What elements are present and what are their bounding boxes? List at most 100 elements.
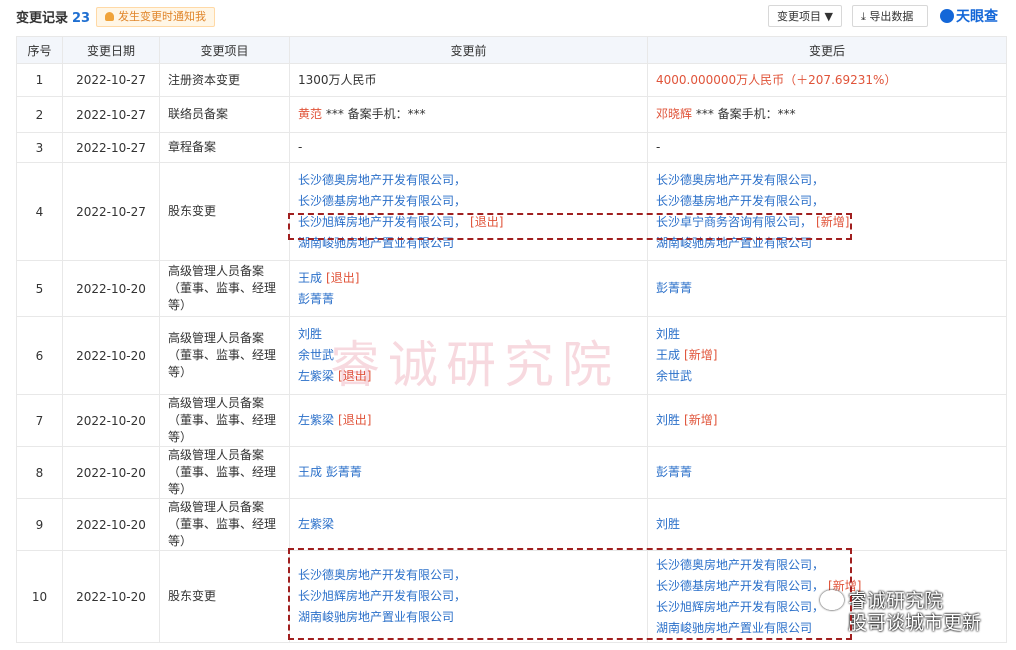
change-date: 2022-10-20	[62, 260, 160, 317]
value-text: 邓晓辉	[656, 107, 693, 121]
value-text: 1300万人民币	[298, 72, 377, 87]
entity-link[interactable]: 王成	[656, 348, 680, 362]
change-item: 股东变更	[159, 550, 290, 643]
row-number: 8	[16, 446, 63, 499]
value-line: 长沙德奥房地产开发有限公司，	[298, 170, 639, 191]
change-item: 高级管理人员备案（董事、监事、经理等）	[159, 316, 290, 395]
value-line: 邓晓辉 *** 备案手机：***	[656, 104, 998, 125]
highlight-box-row4	[288, 213, 852, 240]
row-number: 2	[16, 96, 63, 133]
value-line: 王成 [退出]	[298, 268, 639, 289]
value-before: -	[289, 132, 648, 163]
value-line: 黄范 *** 备案手机：***	[298, 104, 639, 125]
change-item: 高级管理人员备案（董事、监事、经理等）	[159, 446, 290, 499]
value-line: 刘胜	[656, 514, 998, 535]
value-before: 左紫梁	[289, 498, 648, 551]
entity-link[interactable]: 余世武	[656, 369, 692, 383]
value-line: 长沙德基房地产开发有限公司，	[656, 191, 998, 212]
tianyancha-icon	[940, 9, 954, 23]
value-line: 左紫梁 [退出]	[298, 410, 639, 431]
change-date: 2022-10-27	[62, 162, 160, 261]
value-text: 黄范	[298, 107, 323, 121]
value-line: 彭菁菁	[656, 278, 998, 299]
export-button[interactable]: ⤓ 导出数据	[852, 5, 928, 27]
value-line: 刘胜	[656, 324, 998, 345]
change-date: 2022-10-20	[62, 550, 160, 643]
change-item: 高级管理人员备案（董事、监事、经理等）	[159, 498, 290, 551]
value-line: 刘胜 [新增]	[656, 410, 998, 431]
table-row: 7 2022-10-20 高级管理人员备案（董事、监事、经理等） 左紫梁 [退出] 刘胜 […	[16, 394, 1007, 447]
entity-link[interactable]: 彭菁菁	[298, 292, 334, 306]
value-text: -	[656, 140, 661, 154]
table-row: 9 2022-10-20 高级管理人员备案（董事、监事、经理等） 左紫梁 刘胜	[16, 498, 1007, 551]
entity-link[interactable]: 长沙德奥房地产开发有限公司，	[656, 173, 824, 187]
notify-button[interactable]: 发生变更时通知我	[96, 7, 215, 27]
value-before: 长沙德奥房地产开发有限公司， 长沙德基房地产开发有限公司， 长沙旭辉房地产开发有限公…	[289, 162, 648, 261]
change-tag: [退出]	[326, 270, 360, 285]
value-before: 王成 彭菁菁	[289, 446, 648, 499]
entity-link[interactable]: 长沙德基房地产开发有限公司，	[656, 194, 824, 208]
change-date: 2022-10-20	[62, 498, 160, 551]
table-header-row: 序号 变更日期 变更项目 变更前 变更后	[16, 36, 1007, 64]
highlight-box-row10	[288, 548, 852, 640]
value-after: 4000.000000万人民币（＋207.69231%）	[647, 63, 1007, 97]
bell-icon	[105, 12, 114, 21]
row-number: 4	[16, 162, 63, 261]
entity-link[interactable]: 彭菁菁	[656, 465, 692, 479]
brand-logo[interactable]: 天眼查	[940, 6, 998, 26]
entity-link[interactable]: 刘胜	[656, 517, 680, 531]
change-date: 2022-10-27	[62, 96, 160, 133]
watermark-text: 睿诚研究院	[330, 336, 620, 394]
value-line: 1300万人民币	[298, 70, 639, 91]
entity-link[interactable]: 左紫梁	[298, 517, 334, 531]
table-row: 8 2022-10-20 高级管理人员备案（董事、监事、经理等） 王成 彭菁菁 彭菁菁	[16, 446, 1007, 499]
table-row: 3 2022-10-27 章程备案 - -	[16, 132, 1007, 163]
value-line: 王成 彭菁菁	[298, 462, 639, 483]
change-tag: [退出]	[338, 413, 372, 427]
change-tag: [新增]	[684, 348, 718, 362]
entity-link[interactable]: 王成 彭菁菁	[298, 465, 362, 479]
value-before: 1300万人民币	[289, 63, 648, 97]
value-after: 刘胜 [新增]	[647, 394, 1007, 447]
entity-link[interactable]: 余世武	[298, 348, 334, 362]
value-suffix: *** 备案手机：***	[692, 107, 796, 121]
table-row: 5 2022-10-20 高级管理人员备案（董事、监事、经理等） 王成 [退出] 彭菁菁彭…	[16, 260, 1007, 317]
page-title: 变更记录 23	[16, 11, 91, 26]
entity-link[interactable]: 刘胜	[656, 327, 680, 341]
entity-link[interactable]: 彭菁菁	[656, 281, 692, 295]
entity-link[interactable]: 长沙德基房地产开发有限公司，	[298, 194, 466, 208]
value-text: 4000.000000万人民币（＋207.69231%）	[656, 72, 897, 87]
change-date: 2022-10-20	[62, 316, 160, 395]
value-line: 彭菁菁	[656, 462, 998, 483]
record-count: 23	[72, 11, 91, 26]
entity-link[interactable]: 长沙德奥房地产开发有限公司，	[298, 173, 466, 187]
row-number: 6	[16, 316, 63, 395]
entity-link[interactable]: 刘胜	[656, 413, 680, 427]
value-line: 余世武	[656, 366, 998, 387]
row-number: 10	[16, 550, 63, 643]
entity-link[interactable]: 左紫梁	[298, 413, 334, 427]
row-number: 1	[16, 63, 63, 97]
value-text: -	[298, 140, 303, 154]
change-date: 2022-10-20	[62, 446, 160, 499]
entity-link[interactable]: 王成	[298, 271, 322, 285]
col-header: 变更前	[289, 36, 648, 64]
change-date: 2022-10-27	[62, 132, 160, 163]
change-tag: [新增]	[684, 413, 718, 427]
col-header: 变更后	[647, 36, 1007, 64]
table-row: 4 2022-10-27 股东变更 长沙德奥房地产开发有限公司， 长沙德基房地产开发有限…	[16, 162, 1007, 261]
change-date: 2022-10-27	[62, 63, 160, 97]
value-after: 邓晓辉 *** 备案手机：***	[647, 96, 1007, 133]
filter-dropdown[interactable]: 变更项目 ▼	[768, 5, 842, 27]
value-after: 长沙德奥房地产开发有限公司， 长沙德基房地产开发有限公司， 长沙卓宁商务咨询有限公司…	[647, 162, 1007, 261]
entity-link[interactable]: 刘胜	[298, 327, 322, 341]
value-before: 王成 [退出] 彭菁菁	[289, 260, 648, 317]
value-before: 黄范 *** 备案手机：***	[289, 96, 648, 133]
value-line: 长沙德奥房地产开发有限公司，	[656, 170, 998, 191]
value-suffix: *** 备案手机：***	[322, 107, 426, 121]
value-after: 彭菁菁	[647, 260, 1007, 317]
value-line: 王成 [新增]	[656, 345, 998, 366]
header-bar: 变更记录 23 发生变更时通知我 变更项目 ▼ ⤓ 导出数据 天眼查	[0, 0, 1016, 32]
change-item: 章程备案	[159, 132, 290, 163]
entity-link[interactable]: 左紫梁	[298, 369, 334, 383]
